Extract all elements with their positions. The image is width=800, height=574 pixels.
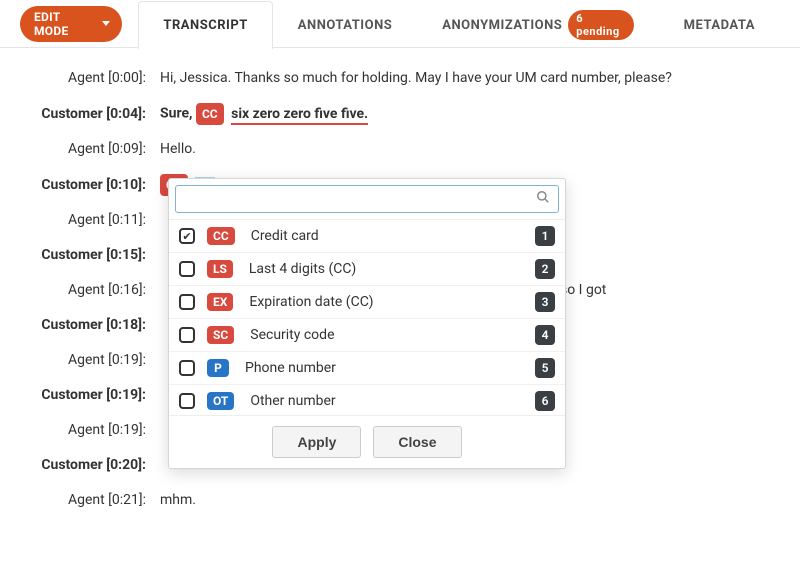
tag-icon: CC <box>207 227 235 245</box>
tab-metadata[interactable]: METADATA <box>659 1 780 49</box>
utterance[interactable]: Hello. <box>160 139 770 160</box>
transcript-row: Agent [0:00]:Hi, Jessica. Thanks so much… <box>10 68 770 89</box>
option-cc[interactable]: CC Credit card 1 <box>169 220 565 253</box>
apply-button[interactable]: Apply <box>272 426 361 458</box>
speaker-label: Agent [0:16]: <box>10 280 160 301</box>
search-icon <box>536 190 550 208</box>
tab-label: ANONYMIZATIONS <box>442 18 562 33</box>
tab-bar: EDIT MODE TRANSCRIPT ANNOTATIONS ANONYMIZA… <box>0 0 800 48</box>
chevron-down-icon <box>102 21 110 26</box>
utterance[interactable]: mhm. <box>160 490 770 511</box>
shortcut-key: 6 <box>535 391 555 411</box>
speaker-label: Customer [0:20]: <box>10 455 160 476</box>
checkbox[interactable] <box>179 294 195 310</box>
panel-actions: Apply Close <box>169 415 565 468</box>
tab-anonymizations[interactable]: ANONYMIZATIONS 6 pending <box>417 1 658 49</box>
panel-search-input[interactable] <box>184 190 536 208</box>
shortcut-key: 1 <box>535 226 555 246</box>
checkbox[interactable] <box>179 228 195 244</box>
checkbox[interactable] <box>179 327 195 343</box>
checkbox[interactable] <box>179 261 195 277</box>
shortcut-key: 5 <box>535 358 555 378</box>
speaker-label: Customer [0:18]: <box>10 315 160 336</box>
tab-label: ANNOTATIONS <box>298 18 392 33</box>
option-ls[interactable]: LS Last 4 digits (CC) 2 <box>169 253 565 286</box>
option-label: Credit card <box>251 228 523 244</box>
speaker-label: Agent [0:21]: <box>10 490 160 511</box>
utterance[interactable]: Hi, Jessica. Thanks so much for holding.… <box>160 68 770 89</box>
tab-label: TRANSCRIPT <box>163 18 247 33</box>
option-label: Expiration date (CC) <box>249 294 523 310</box>
tag-icon: SC <box>207 326 234 344</box>
speaker-label: Agent [0:19]: <box>10 350 160 371</box>
speaker-label: Customer [0:10]: <box>10 175 160 196</box>
option-ot[interactable]: OT Other number 6 <box>169 385 565 415</box>
annotation-panel: CC Credit card 1 LS Last 4 digits (CC) 2 EX Exp… <box>168 178 566 469</box>
speaker-label: Customer [0:15]: <box>10 245 160 266</box>
tag-icon: P <box>207 359 229 377</box>
checkbox[interactable] <box>179 360 195 376</box>
edit-mode-label: EDIT MODE <box>34 10 96 38</box>
shortcut-key: 2 <box>535 259 555 279</box>
speaker-label: Customer [0:19]: <box>10 385 160 406</box>
tab-transcript[interactable]: TRANSCRIPT <box>138 1 272 49</box>
shortcut-key: 3 <box>535 292 555 312</box>
speaker-label: Agent [0:11]: <box>10 210 160 231</box>
transcript-row: Customer [0:04]:Sure, CC six zero zero f… <box>10 103 770 125</box>
option-label: Phone number <box>245 360 523 376</box>
option-list[interactable]: CC Credit card 1 LS Last 4 digits (CC) 2 EX Exp… <box>169 219 565 415</box>
transcript-row: Agent [0:09]:Hello. <box>10 139 770 160</box>
close-button[interactable]: Close <box>373 426 461 458</box>
tag-icon: LS <box>207 260 233 278</box>
marked-span[interactable]: six zero zero five five. <box>231 106 368 125</box>
tag-icon: OT <box>207 392 234 410</box>
tab-badge: 6 pending <box>568 10 633 40</box>
panel-search-wrapper <box>175 185 559 213</box>
utterance[interactable]: Sure, CC six zero zero five five. <box>160 103 770 125</box>
tag-cc[interactable]: CC <box>196 103 224 125</box>
speaker-label: Agent [0:00]: <box>10 68 160 89</box>
transcript-row: Agent [0:21]:mhm. <box>10 490 770 511</box>
speaker-label: Agent [0:19]: <box>10 420 160 441</box>
edit-mode-button[interactable]: EDIT MODE <box>20 6 122 42</box>
option-sc[interactable]: SC Security code 4 <box>169 319 565 352</box>
checkbox[interactable] <box>179 393 195 409</box>
option-p[interactable]: P Phone number 5 <box>169 352 565 385</box>
option-ex[interactable]: EX Expiration date (CC) 3 <box>169 286 565 319</box>
option-label: Other number <box>250 393 523 409</box>
tab-annotations[interactable]: ANNOTATIONS <box>273 1 417 49</box>
speaker-label: Agent [0:09]: <box>10 139 160 160</box>
shortcut-key: 4 <box>535 325 555 345</box>
tag-icon: EX <box>207 293 233 311</box>
option-label: Security code <box>250 327 523 343</box>
tab-label: METADATA <box>684 18 755 33</box>
speaker-label: Customer [0:04]: <box>10 104 160 125</box>
transcript-content: Agent [0:00]:Hi, Jessica. Thanks so much… <box>0 48 800 545</box>
option-label: Last 4 digits (CC) <box>249 261 523 277</box>
